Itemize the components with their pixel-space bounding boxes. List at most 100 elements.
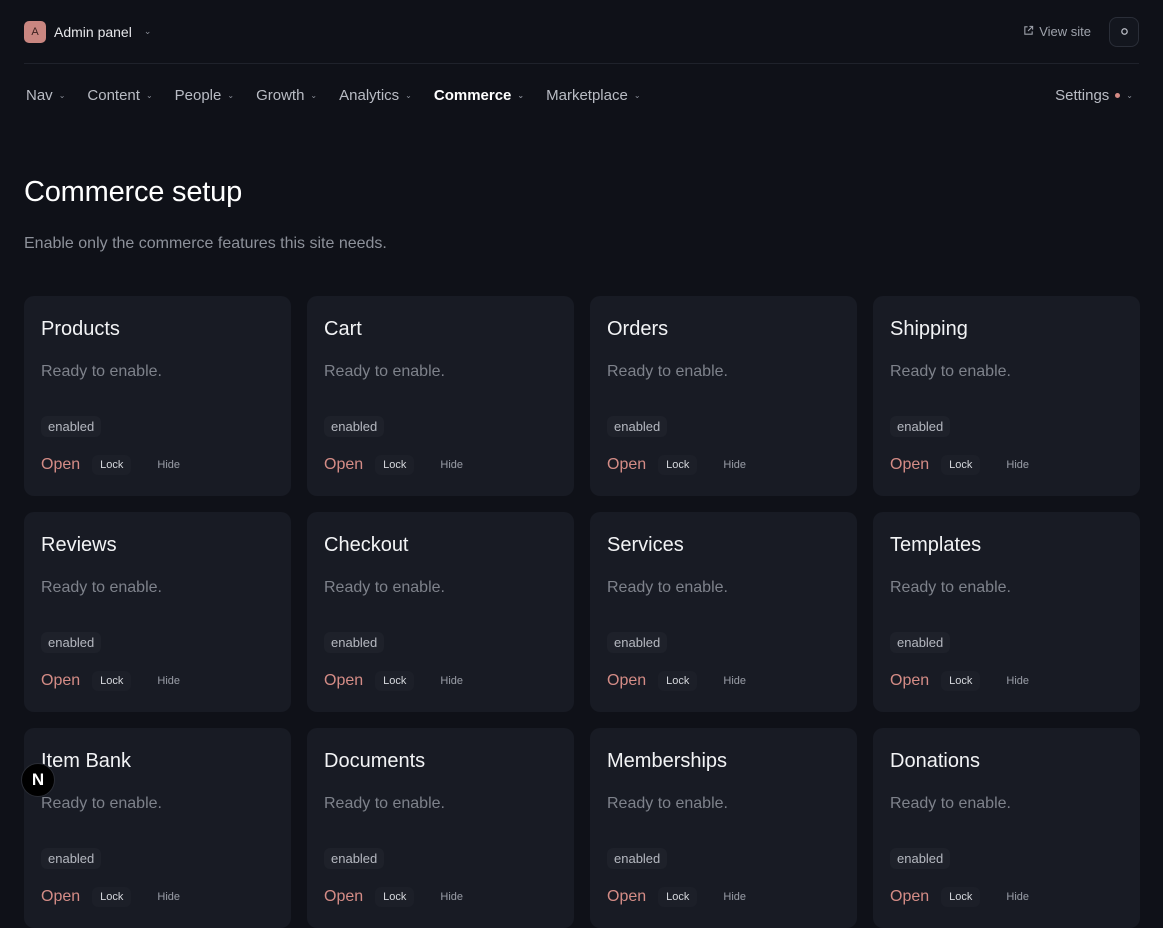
open-button[interactable]: Open (41, 888, 80, 906)
view-site-link[interactable]: View site (1023, 24, 1091, 39)
hide-button[interactable]: Hide (723, 675, 746, 687)
open-button[interactable]: Open (890, 456, 929, 474)
workspace-switcher[interactable]: A Admin panel ⌄ (24, 20, 152, 43)
open-button[interactable]: Open (890, 672, 929, 690)
hide-button[interactable]: Hide (723, 891, 746, 903)
open-button[interactable]: Open (324, 672, 363, 690)
workspace-avatar: A (24, 20, 46, 43)
nav-item-people[interactable]: People ⌄ (175, 87, 234, 104)
open-button[interactable]: Open (607, 456, 646, 474)
feature-card-description: Ready to enable. (890, 363, 1011, 380)
chevron-down-icon: ⌄ (143, 26, 152, 36)
hide-button[interactable]: Hide (440, 459, 463, 471)
nav-item-settings[interactable]: Settings ⌄ (1055, 87, 1133, 104)
hide-button[interactable]: Hide (440, 891, 463, 903)
nav-item-marketplace[interactable]: Marketplace ⌄ (546, 87, 640, 104)
feature-card-actions: Open Lock Hide (41, 671, 180, 691)
feature-card: Templates Ready to enable. enabled Open … (873, 512, 1140, 712)
feature-card-description: Ready to enable. (607, 363, 728, 380)
hide-button[interactable]: Hide (440, 675, 463, 687)
view-site-label: View site (1039, 24, 1091, 39)
feature-card-title: Item Bank (41, 750, 132, 772)
lock-button[interactable]: Lock (658, 455, 698, 475)
hide-button[interactable]: Hide (157, 675, 180, 687)
lock-button[interactable]: Lock (375, 671, 415, 691)
status-badge: enabled (890, 848, 951, 869)
feature-card-title: Orders (607, 318, 669, 340)
feature-card: Item Bank Ready to enable. enabled Open … (24, 728, 291, 928)
chevron-down-icon: ⌄ (405, 90, 412, 100)
nav-item-content[interactable]: Content ⌄ (87, 87, 152, 104)
feature-card: Services Ready to enable. enabled Open L… (590, 512, 857, 712)
feature-card-title: Cart (324, 318, 362, 340)
feature-card-description: Ready to enable. (41, 795, 162, 812)
nav-item-label: Content (87, 86, 140, 104)
feature-card-actions: Open Lock Hide (324, 887, 463, 907)
chevron-down-icon: ⌄ (517, 90, 525, 100)
lock-button[interactable]: Lock (941, 671, 981, 691)
lock-button[interactable]: Lock (92, 671, 132, 691)
feature-card-description: Ready to enable. (324, 795, 445, 812)
chevron-down-icon: ⌄ (310, 90, 318, 100)
feature-card: Reviews Ready to enable. enabled Open Lo… (24, 512, 291, 712)
open-button[interactable]: Open (41, 456, 80, 474)
lock-button[interactable]: Lock (375, 887, 415, 907)
feature-card: Products Ready to enable. enabled Open L… (24, 296, 291, 496)
feature-card-description: Ready to enable. (41, 363, 162, 380)
status-badge: enabled (41, 632, 102, 653)
nav-item-commerce[interactable]: Commerce ⌄ (434, 87, 524, 104)
feature-card-grid: Products Ready to enable. enabled Open L… (24, 296, 1140, 928)
open-button[interactable]: Open (890, 888, 929, 906)
top-bar: A Admin panel ⌄ View site (24, 0, 1139, 64)
hide-button[interactable]: Hide (157, 891, 180, 903)
nav-item-growth[interactable]: Growth ⌄ (256, 87, 317, 104)
nav-items: Nav ⌄ Content ⌄ People ⌄ Growth ⌄ Analyt… (26, 87, 641, 104)
lock-button[interactable]: Lock (941, 455, 981, 475)
nav-item-label: Growth (256, 86, 305, 104)
open-button[interactable]: Open (324, 888, 363, 906)
lock-button[interactable]: Lock (658, 671, 698, 691)
open-button[interactable]: Open (41, 672, 80, 690)
open-button[interactable]: Open (607, 672, 646, 690)
hide-button[interactable]: Hide (1006, 891, 1029, 903)
status-badge: enabled (607, 848, 668, 869)
status-badge: enabled (41, 416, 102, 437)
feature-card-title: Donations (890, 750, 981, 772)
feature-card-actions: Open Lock Hide (324, 671, 463, 691)
feature-card: Memberships Ready to enable. enabled Ope… (590, 728, 857, 928)
feature-card-title: Memberships (607, 750, 728, 772)
nav-item-nav[interactable]: Nav ⌄ (26, 87, 65, 104)
hide-button[interactable]: Hide (157, 459, 180, 471)
nav-item-label: Commerce (433, 86, 512, 104)
feature-card-description: Ready to enable. (324, 363, 445, 380)
feature-card-title: Templates (890, 534, 982, 556)
status-badge: enabled (890, 416, 951, 437)
status-badge: enabled (324, 632, 385, 653)
feature-card-title: Reviews (41, 534, 117, 556)
hide-button[interactable]: Hide (723, 459, 746, 471)
lock-button[interactable]: Lock (92, 455, 132, 475)
nav-item-label: Analytics (339, 86, 400, 104)
feature-card-actions: Open Lock Hide (890, 671, 1029, 691)
feature-card-actions: Open Lock Hide (890, 887, 1029, 907)
chevron-down-icon: ⌄ (58, 90, 66, 100)
external-link-icon (1023, 24, 1034, 39)
hide-button[interactable]: Hide (1006, 675, 1029, 687)
lock-button[interactable]: Lock (658, 887, 698, 907)
settings-gear-button[interactable] (1109, 16, 1139, 47)
open-button[interactable]: Open (324, 456, 363, 474)
open-button[interactable]: Open (607, 888, 646, 906)
dev-tools-badge[interactable]: N (21, 763, 55, 797)
feature-card-actions: Open Lock Hide (324, 455, 463, 475)
feature-card-actions: Open Lock Hide (41, 455, 180, 475)
top-actions: View site (1023, 16, 1139, 47)
feature-card-description: Ready to enable. (607, 795, 728, 812)
feature-card-actions: Open Lock Hide (41, 887, 180, 907)
hide-button[interactable]: Hide (1006, 459, 1029, 471)
lock-button[interactable]: Lock (375, 455, 415, 475)
status-badge: enabled (890, 632, 951, 653)
lock-button[interactable]: Lock (941, 887, 981, 907)
nav-item-label: Nav (26, 86, 53, 104)
nav-item-analytics[interactable]: Analytics ⌄ (339, 87, 412, 104)
lock-button[interactable]: Lock (92, 887, 132, 907)
